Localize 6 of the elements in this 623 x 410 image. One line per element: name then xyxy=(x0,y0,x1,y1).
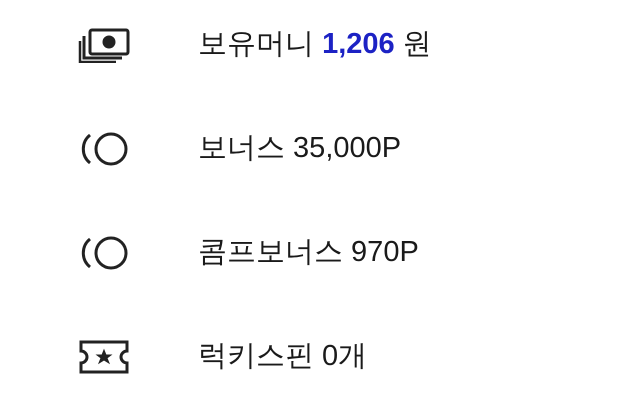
balance-label: 보유머니 1,206 원 xyxy=(198,27,432,62)
balance-label: 콤프보너스 970P xyxy=(198,235,419,270)
ticket-icon xyxy=(78,339,130,375)
balance-label: 럭키스핀 0개 xyxy=(198,339,368,374)
banknote-icon xyxy=(78,27,130,63)
balance-label: 보너스 35,000P xyxy=(198,131,402,166)
